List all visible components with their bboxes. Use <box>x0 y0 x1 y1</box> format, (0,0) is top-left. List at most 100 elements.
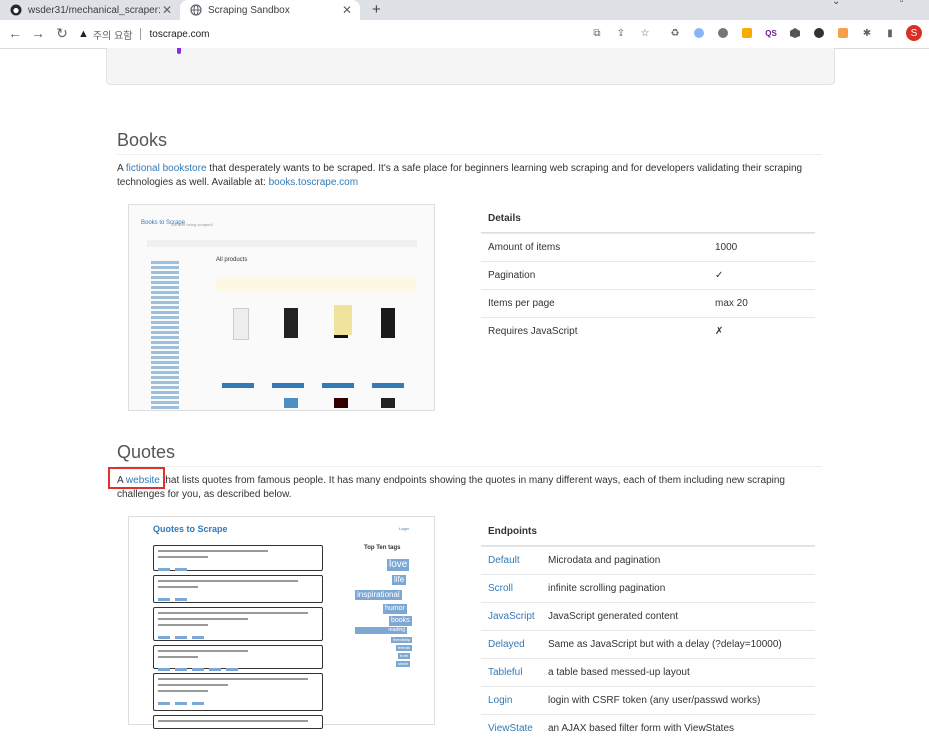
table-row: Pagination ✓ <box>481 261 815 289</box>
preview-heading: All products <box>216 257 248 263</box>
tab-github[interactable]: wsder31/mechanical_scraper: Mc ✕ <box>0 0 180 20</box>
github-icon <box>10 4 22 16</box>
quotes-heading: Quotes <box>117 442 176 462</box>
divider <box>117 154 822 155</box>
star-icon[interactable]: ☆ <box>638 26 652 40</box>
endpoint-link-delayed[interactable]: Delayed <box>488 639 525 650</box>
table-row: ViewState an AJAX based filter form with … <box>481 714 815 742</box>
preview-quote-card <box>153 645 323 671</box>
avatar[interactable]: S <box>906 25 922 41</box>
side-panel-icon[interactable]: ▮ <box>883 26 897 40</box>
back-arrow-icon[interactable]: ← <box>6 25 24 41</box>
address-bar[interactable]: ▲ 주의 요함 toscrape.com <box>78 23 850 45</box>
preview-tag: books <box>389 616 412 626</box>
logo-fragment <box>177 48 181 54</box>
security-status[interactable]: 주의 요함 <box>93 27 133 42</box>
table-row: Scroll infinite scrolling pagination <box>481 574 815 602</box>
book-cover <box>334 305 352 335</box>
preview-breadcrumb <box>147 240 417 247</box>
preview-tag: humor <box>383 604 407 614</box>
extension-icon[interactable] <box>692 26 706 40</box>
fictional-bookstore-link[interactable]: fictional bookstore <box>126 163 207 174</box>
endpoint-link-default[interactable]: Default <box>488 555 520 566</box>
preview-tag: simile <box>396 661 411 667</box>
recycle-extension-icon[interactable]: ♻ <box>668 26 682 40</box>
books-preview-image[interactable]: Books to Scrape We love being scraped! A… <box>128 204 435 411</box>
divider <box>140 28 142 40</box>
puzzle-extensions-icon[interactable]: ✱ <box>860 26 874 40</box>
books-heading: Books <box>117 130 168 150</box>
endpoint-link-login[interactable]: Login <box>488 695 512 706</box>
books-details-table: Details Amount of items 1000 Pagination ✓ … <box>481 205 815 345</box>
preview-login-link: Login <box>399 526 409 531</box>
preview-quote-card <box>153 575 323 603</box>
endpoint-link-scroll[interactable]: Scroll <box>488 583 513 594</box>
tab-scraping-sandbox[interactable]: Scraping Sandbox ✕ <box>180 0 360 20</box>
close-tab-icon[interactable]: ✕ <box>342 3 352 17</box>
preview-quote-card <box>153 673 323 711</box>
table-header-row: Endpoints <box>481 518 815 546</box>
book-cover <box>284 308 298 338</box>
preview-tag: friendship <box>391 637 413 643</box>
preview-site-subtitle: We love being scraped! <box>171 222 213 227</box>
preview-tags-heading: Top Ten tags <box>364 545 401 551</box>
globe-icon <box>190 4 202 16</box>
book-cover <box>233 308 249 340</box>
extension-icon[interactable]: QS <box>764 26 778 40</box>
preview-quote-card <box>153 545 323 571</box>
add-to-basket-button <box>222 383 254 388</box>
table-row: Default Microdata and pagination <box>481 546 815 574</box>
extension-icon[interactable] <box>812 26 826 40</box>
table-row: JavaScript JavaScript generated content <box>481 602 815 630</box>
translate-icon[interactable]: ⧉ <box>590 26 604 40</box>
quotes-description: A website that lists quotes from famous … <box>117 475 785 500</box>
extension-icon[interactable] <box>788 26 802 40</box>
endpoint-link-tableful[interactable]: Tableful <box>488 667 522 678</box>
table-row: Requires JavaScript ✗ <box>481 317 815 345</box>
table-header-row: Details <box>481 205 815 233</box>
quotes-endpoints-table: Endpoints Default Microdata and paginatio… <box>481 518 815 742</box>
new-tab-button[interactable]: + <box>372 1 381 18</box>
preview-sidebar <box>151 261 206 411</box>
table-row: Login login with CSRF token (any user/pas… <box>481 686 815 714</box>
chevron-down-icon[interactable]: ⌄ <box>832 0 840 7</box>
table-row: Delayed Same as JavaScript but with a del… <box>481 630 815 658</box>
preview-tag: love <box>387 559 410 571</box>
endpoint-link-viewstate[interactable]: ViewState <box>488 723 533 734</box>
extension-icon[interactable] <box>836 26 850 40</box>
restore-window-icon[interactable]: ▫ <box>900 0 904 7</box>
book-cover <box>284 398 298 408</box>
header-jumbotron <box>106 48 835 85</box>
table-row: Amount of items 1000 <box>481 233 815 261</box>
highlight-annotation <box>108 467 165 489</box>
url-text[interactable]: toscrape.com <box>149 29 209 40</box>
preview-tag: inspirational <box>355 590 402 600</box>
warning-icon[interactable]: ▲ <box>78 28 89 40</box>
preview-warning-notice <box>216 277 416 291</box>
extension-icon[interactable] <box>716 26 730 40</box>
add-to-basket-button <box>322 383 354 388</box>
divider <box>117 466 822 467</box>
reload-icon[interactable]: ↻ <box>53 25 71 42</box>
preview-tag: friends <box>396 645 413 651</box>
preview-quote-card <box>153 715 323 729</box>
preview-tag: reading <box>355 627 407 634</box>
add-to-basket-button <box>272 383 304 388</box>
book-cover <box>381 308 395 338</box>
table-row: Tableful a table based messed-up layout <box>481 658 815 686</box>
preview-tag: truth <box>398 653 411 659</box>
book-cover <box>381 398 395 408</box>
browser-tab-strip: wsder31/mechanical_scraper: Mc ✕ Scrapin… <box>0 0 929 20</box>
extension-icon[interactable] <box>740 26 754 40</box>
preview-site-title: Quotes to Scrape <box>153 524 228 534</box>
preview-quote-card <box>153 607 323 641</box>
books-description: A fictional bookstore that desperately w… <box>117 163 803 188</box>
close-tab-icon[interactable]: ✕ <box>162 3 172 17</box>
share-icon[interactable]: ⇪ <box>614 26 628 40</box>
add-to-basket-button <box>372 383 404 388</box>
table-row: Items per page max 20 <box>481 289 815 317</box>
quotes-preview-image[interactable]: Quotes to Scrape Login Top Ten tags love… <box>128 516 435 729</box>
books-url-link[interactable]: books.toscrape.com <box>269 177 359 188</box>
endpoint-link-javascript[interactable]: JavaScript <box>488 611 535 622</box>
forward-arrow-icon[interactable]: → <box>29 25 47 41</box>
